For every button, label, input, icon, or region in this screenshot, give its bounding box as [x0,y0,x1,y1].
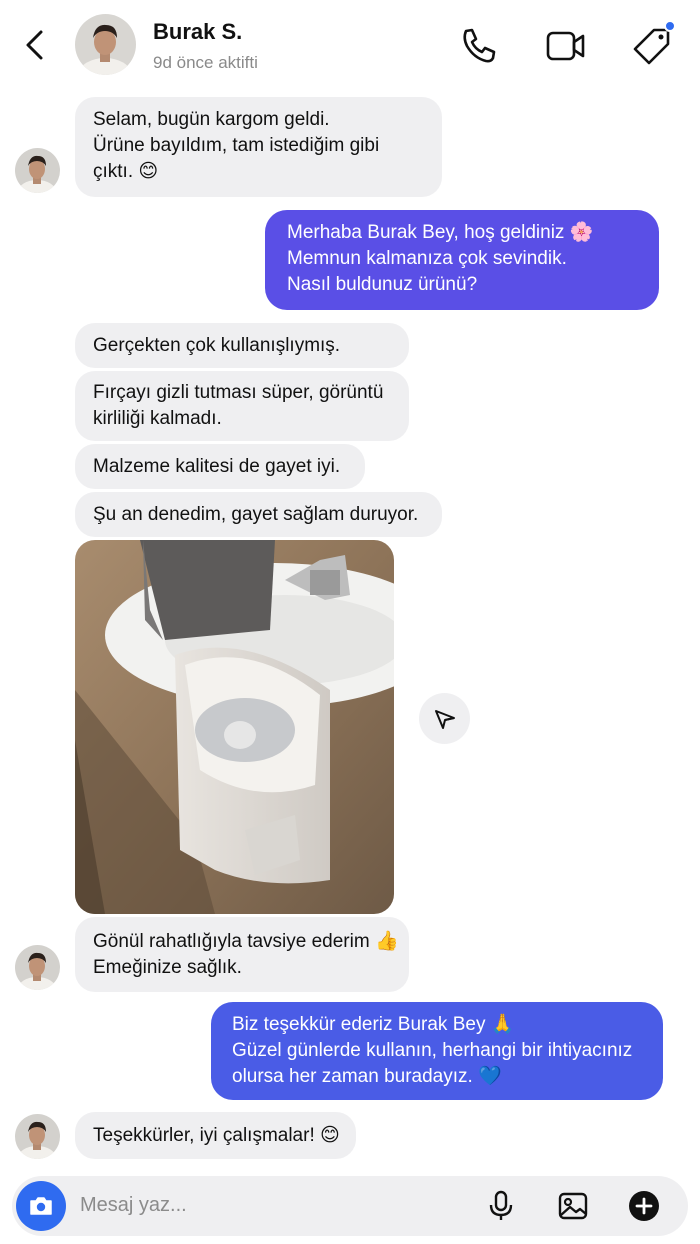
message-text: Biz teşekkür ederiz Burak Bey 🙏 [232,1014,515,1035]
plus-circle-icon[interactable] [626,1188,662,1224]
message-text: kirliliği kalmadı. [93,408,222,429]
camera-icon [30,1197,52,1215]
avatar[interactable] [15,148,60,193]
message-text: Selam, bugün kargom geldi. [93,109,330,130]
message-bubble-incoming[interactable]: Fırçayı gizli tutması süper, görüntü kir… [75,371,409,441]
avatar[interactable] [15,945,60,990]
message-composer: Mesaj yaz... [12,1176,688,1236]
last-active-status: 9d önce aktifti [153,53,258,72]
message-text: Merhaba Burak Bey, hoş geldiniz 🌸 [287,222,594,243]
message-text: Nasıl buldunuz ürünü? [287,274,478,295]
message-bubble-incoming[interactable]: Gerçekten çok kullanışlıymış. [75,323,409,368]
send-icon [434,709,455,729]
avatar[interactable] [15,1114,60,1159]
message-bubble-incoming[interactable]: Selam, bugün kargom geldi. Ürüne bayıldı… [75,97,442,197]
camera-button[interactable] [16,1181,66,1231]
chevron-left-icon[interactable] [18,26,54,64]
chat-header: Burak S. 9d önce aktifti [0,0,700,90]
message-text: Fırçayı gizli tutması süper, görüntü [93,382,384,403]
message-bubble-incoming[interactable]: Teşekkürler, iyi çalışmalar! 😊 [75,1112,356,1159]
notification-dot [664,20,676,32]
image-icon[interactable] [555,1188,591,1224]
message-bubble-outgoing[interactable]: Biz teşekkür ederiz Burak Bey 🙏 Güzel gü… [211,1002,663,1100]
message-text: Memnun kalmanıza çok sevindik. [287,248,567,269]
microphone-icon[interactable] [483,1188,519,1224]
message-text: Güzel günlerde kullanın, herhangi bir ih… [232,1040,633,1061]
message-input[interactable]: Mesaj yaz... [80,1194,187,1217]
message-text: çıktı. 😊 [93,161,159,182]
message-bubble-incoming[interactable]: Gönül rahatlığıyla tavsiye ederim 👍 Emeğ… [75,917,409,992]
message-text: Ürüne bayıldım, tam istediğim gibi [93,135,380,156]
phone-icon[interactable] [457,24,501,68]
message-text: Şu an denedim, gayet sağlam duruyor. [93,504,419,525]
message-text: olursa her zaman buradayız. 💙 [232,1066,502,1087]
message-bubble-incoming[interactable]: Şu an denedim, gayet sağlam duruyor. [75,492,442,537]
message-text: Gerçekten çok kullanışlıymış. [93,335,341,356]
contact-avatar[interactable] [75,14,136,75]
message-text: Malzeme kalitesi de gayet iyi. [93,456,341,477]
message-text: Gönül rahatlığıyla tavsiye ederim 👍 [93,931,399,952]
message-bubble-incoming[interactable]: Malzeme kalitesi de gayet iyi. [75,444,365,489]
contact-name[interactable]: Burak S. [153,19,242,45]
forward-button[interactable] [419,693,470,744]
message-text: Teşekkürler, iyi çalışmalar! 😊 [93,1125,340,1146]
video-camera-icon[interactable] [544,24,588,68]
product-photo[interactable] [75,540,394,914]
message-text: Emeğinize sağlık. [93,957,242,978]
message-bubble-outgoing[interactable]: Merhaba Burak Bey, hoş geldiniz 🌸 Memnun… [265,210,659,310]
